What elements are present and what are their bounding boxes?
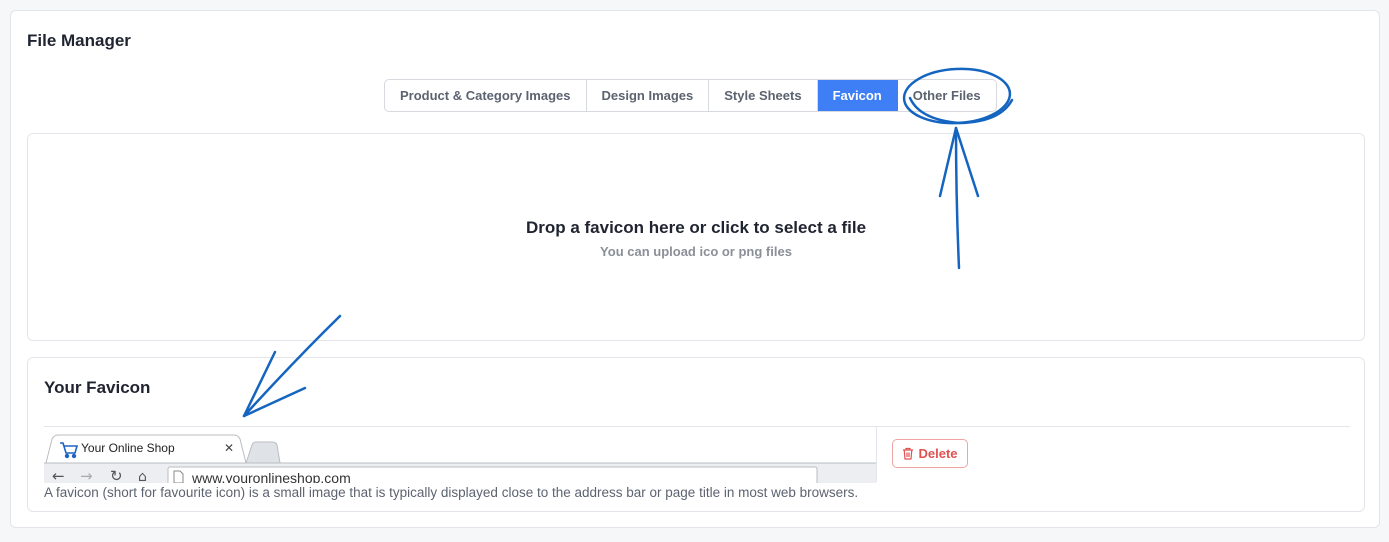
page-title: File Manager bbox=[27, 31, 131, 50]
favicon-section-title: Your Favicon bbox=[44, 378, 151, 397]
favicon-description: A favicon (short for favourite icon) is … bbox=[44, 485, 859, 500]
delete-label: Delete bbox=[918, 446, 958, 461]
your-favicon-card: Your Favicon Your Online Shop ✕ ← → ↻ ⌂ … bbox=[27, 357, 1365, 512]
tab-other-files[interactable]: Other Files bbox=[898, 80, 996, 111]
tab-favicon[interactable]: Favicon bbox=[817, 80, 898, 111]
browser-preview-image: Your Online Shop ✕ ← → ↻ ⌂ www.youronlin… bbox=[44, 427, 876, 483]
dropzone-title: Drop a favicon here or click to select a… bbox=[525, 218, 867, 237]
preview-back-icon: ← bbox=[52, 467, 65, 483]
preview-url: www.youronlineshop.com bbox=[191, 470, 351, 483]
browser-preview-svg: Your Online Shop ✕ ← → ↻ ⌂ www.youronlin… bbox=[44, 427, 876, 483]
tab-style-sheets[interactable]: Style Sheets bbox=[709, 80, 818, 111]
favicon-dropzone[interactable]: Drop a favicon here or click to select a… bbox=[27, 133, 1365, 341]
tab-design-images[interactable]: Design Images bbox=[587, 80, 710, 111]
dropzone-subtitle: You can upload ico or png files bbox=[600, 244, 792, 259]
preview-tab-title: Your Online Shop bbox=[81, 441, 175, 455]
tab-product-category-images[interactable]: Product & Category Images bbox=[385, 80, 587, 111]
file-type-tabs: Product & Category Images Design Images … bbox=[384, 79, 997, 112]
preview-forward-icon: → bbox=[80, 467, 93, 483]
delete-favicon-button[interactable]: Delete bbox=[892, 439, 968, 468]
preview-tab-close-icon: ✕ bbox=[224, 441, 234, 455]
column-divider bbox=[876, 426, 877, 482]
preview-reload-icon: ↻ bbox=[110, 467, 123, 483]
trash-icon bbox=[903, 447, 914, 460]
preview-home-icon: ⌂ bbox=[138, 469, 147, 483]
file-manager-card: File Manager Product & Category Images D… bbox=[10, 10, 1380, 528]
